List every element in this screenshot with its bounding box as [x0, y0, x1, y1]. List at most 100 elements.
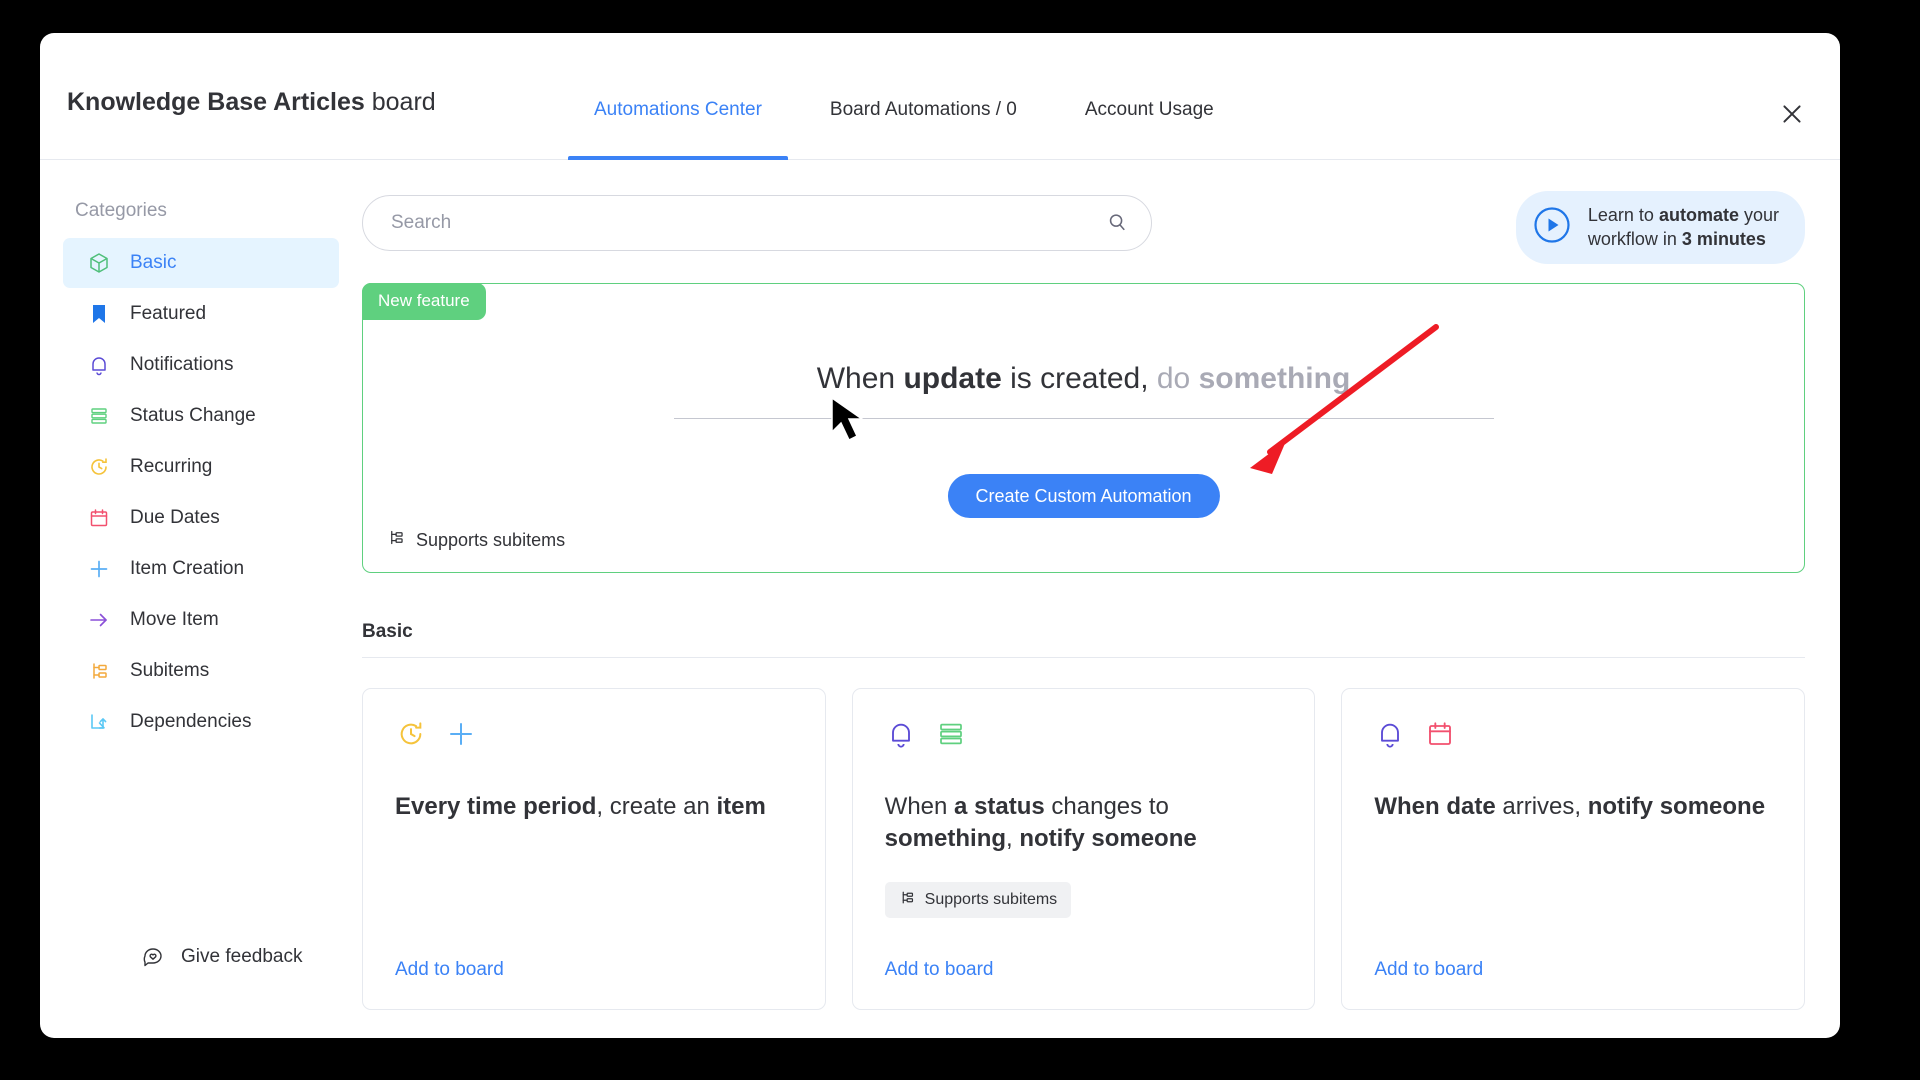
create-custom-automation-button[interactable]: Create Custom Automation — [947, 474, 1220, 518]
sidebar: Categories Basic Featured Notifications … — [40, 160, 362, 1038]
calendar-icon — [86, 505, 112, 531]
video-line2-prefix: workflow in — [1587, 229, 1682, 250]
recipe-card-every-time-period[interactable]: Every time period, create an item Add to… — [362, 688, 826, 1010]
video-line2-bold: 3 minutes — [1681, 229, 1766, 250]
sidebar-item-label: Basic — [130, 252, 177, 273]
clock-arrow-icon — [86, 454, 112, 480]
video-line1-prefix: Learn to — [1587, 205, 1659, 225]
sidebar-item-basic[interactable]: Basic — [63, 238, 339, 288]
tab-board-automations[interactable]: Board Automations / 0 — [796, 33, 1051, 160]
recipe-card-list: Every time period, create an item Add to… — [362, 688, 1806, 1010]
sidebar-item-label: Notifications — [130, 354, 234, 375]
search-input[interactable] — [362, 195, 1152, 251]
cube-icon — [86, 250, 112, 276]
automations-center-modal: Knowledge Base Articles board Automation… — [40, 33, 1840, 1038]
learn-video-text: Learn to automate your workflow in 3 min… — [1588, 203, 1779, 252]
main-content: Learn to automate your workflow in 3 min… — [362, 160, 1840, 1038]
screen: Knowledge Base Articles board Automation… — [0, 0, 1920, 1080]
recipe-token: When date — [1374, 793, 1496, 820]
add-to-board-button[interactable]: Add to board — [395, 959, 504, 981]
sidebar-item-status-change[interactable]: Status Change — [63, 391, 339, 441]
recipe-text: , — [596, 793, 610, 820]
add-to-board-button[interactable]: Add to board — [1374, 959, 1483, 981]
give-feedback-button[interactable]: Give feedback — [140, 944, 302, 970]
plus-icon — [86, 556, 112, 582]
dependency-icon — [86, 709, 112, 735]
recipe-text: changes to — [1044, 793, 1169, 820]
page-title: Knowledge Base Articles board — [67, 88, 436, 117]
give-feedback-label: Give feedback — [181, 946, 303, 967]
sidebar-item-label: Recurring — [130, 456, 213, 477]
supports-subitems-label: Supports subitems — [416, 529, 566, 550]
tab-automations-center[interactable]: Automations Center — [560, 33, 796, 160]
add-to-board-button[interactable]: Add to board — [885, 959, 994, 981]
sidebar-item-label: Move Item — [130, 609, 219, 630]
recipe-part-when: When — [816, 362, 904, 395]
status-bars-icon — [935, 718, 967, 755]
status-bars-icon — [86, 403, 112, 429]
search-icon[interactable] — [1106, 211, 1128, 238]
tab-account-usage[interactable]: Account Usage — [1051, 33, 1248, 160]
card-icons — [395, 719, 793, 753]
sidebar-item-label: Featured — [130, 303, 207, 324]
feedback-heart-bubble-icon — [140, 944, 166, 970]
arrow-right-icon — [86, 607, 112, 633]
modal-header: Knowledge Base Articles board Automation… — [40, 33, 1840, 160]
board-suffix: board — [364, 88, 436, 116]
sidebar-item-label: Status Change — [130, 405, 256, 426]
recipe-card-text: When date arrives, notify someone — [1374, 791, 1772, 823]
custom-recipe-sentence: When update is created, do something — [673, 362, 1494, 419]
modal-body: Categories Basic Featured Notifications … — [40, 160, 1840, 1038]
subitems-icon — [387, 528, 406, 552]
recipe-card-date-arrives-notify[interactable]: When date arrives, notify someone Add to… — [1341, 688, 1806, 1010]
recipe-token: a status — [954, 793, 1045, 820]
recipe-text: When — [884, 793, 955, 820]
board-name: Knowledge Base Articles — [67, 88, 365, 116]
card-icons — [1374, 719, 1772, 753]
recipe-token-update: update — [903, 362, 1002, 395]
video-line1-suffix: your — [1738, 205, 1779, 225]
sidebar-item-featured[interactable]: Featured — [63, 289, 339, 339]
custom-automation-card[interactable]: New feature When update is created, do s… — [362, 283, 1805, 573]
top-row: Learn to automate your workflow in 3 min… — [362, 191, 1810, 264]
plus-icon — [445, 718, 477, 755]
recipe-token: item — [716, 793, 766, 820]
close-icon[interactable] — [1774, 96, 1810, 132]
sidebar-item-due-dates[interactable]: Due Dates — [63, 493, 339, 543]
recipe-card-status-change-notify[interactable]: When a status changes to something, noti… — [851, 688, 1316, 1010]
new-feature-badge: New feature — [362, 283, 486, 320]
sidebar-item-label: Item Creation — [130, 558, 245, 579]
bookmark-icon — [86, 301, 112, 327]
bell-icon — [86, 352, 112, 378]
subitems-icon — [86, 658, 112, 684]
recipe-token: something — [884, 825, 1007, 853]
recipe-token-something: something — [1198, 362, 1351, 395]
recipe-text: create an — [609, 793, 717, 820]
search-container — [362, 195, 1152, 251]
sidebar-item-move-item[interactable]: Move Item — [63, 595, 339, 645]
clock-arrow-icon — [395, 718, 427, 755]
video-line1-bold: automate — [1658, 205, 1739, 225]
play-circle-icon[interactable] — [1532, 205, 1572, 250]
tab-bar: Automations Center Board Automations / 0… — [560, 33, 1248, 160]
recipe-token: notify someone — [1019, 825, 1197, 853]
subitems-icon — [899, 889, 916, 911]
recipe-text: , — [1006, 825, 1020, 853]
sidebar-item-subitems[interactable]: Subitems — [63, 646, 339, 696]
sidebar-item-item-creation[interactable]: Item Creation — [63, 544, 339, 594]
recipe-card-text: When a status changes to something, noti… — [885, 791, 1283, 856]
recipe-text: arrives, — [1495, 793, 1588, 820]
calendar-icon — [1424, 718, 1456, 755]
learn-video-banner[interactable]: Learn to automate your workflow in 3 min… — [1515, 191, 1805, 264]
recipe-part-do: do — [1156, 362, 1199, 395]
supports-subitems-chip: Supports subitems — [884, 881, 1072, 918]
sidebar-item-recurring[interactable]: Recurring — [63, 442, 339, 492]
recipe-part-created: is created, — [1001, 362, 1157, 395]
sidebar-item-dependencies[interactable]: Dependencies — [63, 697, 339, 747]
categories-label: Categories — [75, 200, 167, 221]
sidebar-item-notifications[interactable]: Notifications — [63, 340, 339, 390]
recipe-token: Every time period — [395, 793, 597, 820]
recipe-card-text: Every time period, create an item — [395, 791, 793, 823]
card-icons — [885, 719, 1283, 753]
recipe-token: notify someone — [1587, 793, 1766, 820]
